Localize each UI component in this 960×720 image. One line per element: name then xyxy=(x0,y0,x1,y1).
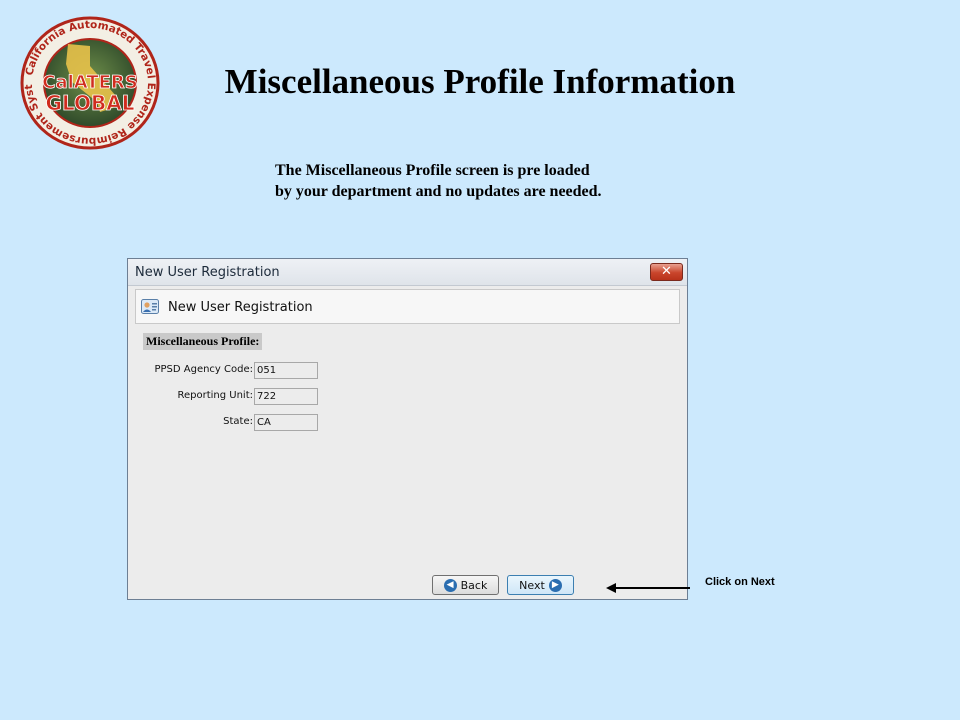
back-arrow-icon: ◀ xyxy=(443,578,457,592)
field-row-reporting-unit: Reporting Unit: xyxy=(128,388,328,405)
close-icon: ✕ xyxy=(661,264,672,279)
annotation-text: Click on Next xyxy=(705,576,775,588)
user-card-icon xyxy=(141,299,159,314)
next-arrow-icon: ▶ xyxy=(548,578,562,592)
instruction-line-2: by your department and no updates are ne… xyxy=(275,183,602,200)
back-button-label: Back xyxy=(460,578,488,592)
reporting-unit-input[interactable] xyxy=(254,388,318,405)
instruction-line-1: The Miscellaneous Profile screen is pre … xyxy=(275,162,590,179)
instruction-text: The Miscellaneous Profile screen is pre … xyxy=(275,160,715,202)
state-input[interactable] xyxy=(254,414,318,431)
next-button[interactable]: Next ▶ xyxy=(507,575,574,595)
field-row-state: State: xyxy=(128,414,328,431)
annotation-arrow-line xyxy=(612,587,690,589)
slide-title: Miscellaneous Profile Information xyxy=(224,62,736,101)
close-button[interactable]: ✕ xyxy=(650,263,683,281)
field-row-ppsd-agency-code: PPSD Agency Code: xyxy=(128,362,328,379)
back-button[interactable]: ◀ Back xyxy=(432,575,499,595)
ppsd-agency-code-label: PPSD Agency Code: xyxy=(154,364,253,375)
window-titlebar[interactable]: New User Registration ✕ xyxy=(128,259,687,286)
reporting-unit-label: Reporting Unit: xyxy=(177,390,253,401)
ppsd-agency-code-input[interactable] xyxy=(254,362,318,379)
next-button-label: Next xyxy=(519,578,545,592)
new-user-registration-window: New User Registration ✕ New User Registr… xyxy=(127,258,688,600)
header-title: New User Registration xyxy=(168,300,313,315)
window-title: New User Registration xyxy=(135,265,280,280)
state-label: State: xyxy=(223,416,253,427)
header-panel: New User Registration xyxy=(135,289,680,324)
section-label: Miscellaneous Profile: xyxy=(143,333,263,350)
